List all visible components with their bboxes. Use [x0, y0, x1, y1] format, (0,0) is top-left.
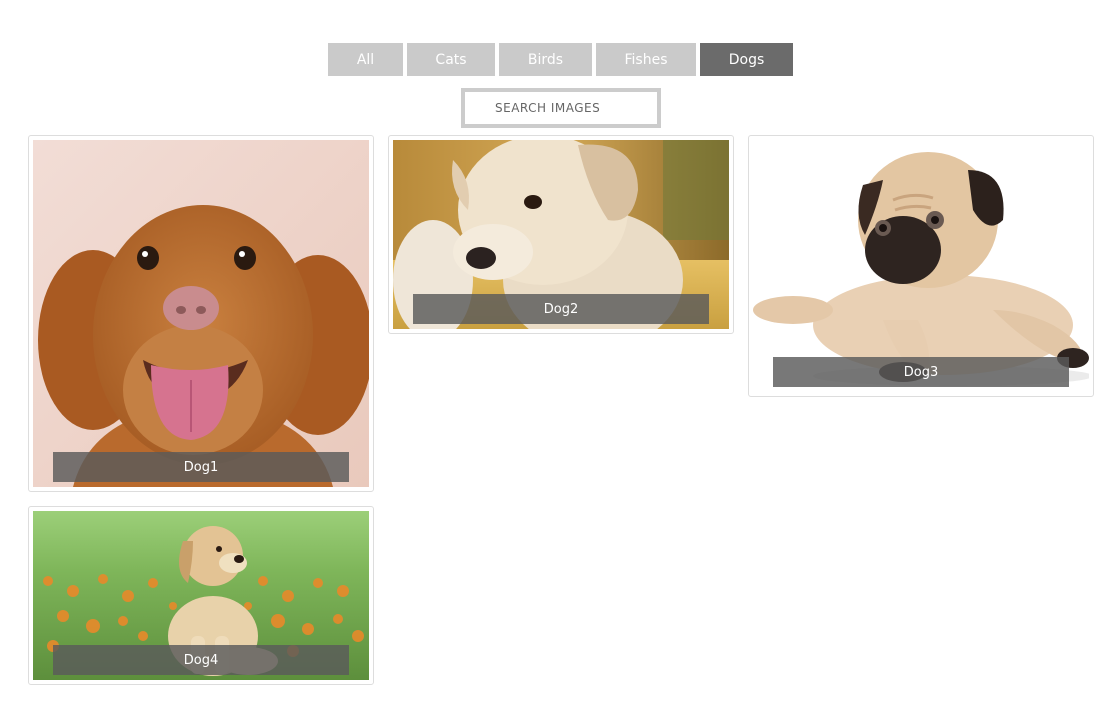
dog1-caption: Dog1: [53, 452, 349, 482]
dog2-caption: Dog2: [413, 294, 709, 324]
dog3-caption: Dog3: [773, 357, 1069, 387]
gallery-page: All Cats Birds Fishes Dogs SEARCH IMAGES…: [0, 0, 1118, 718]
category-filter-bar: All Cats Birds Fishes Dogs: [328, 43, 793, 76]
search-box: [461, 88, 661, 128]
filter-birds-button[interactable]: Birds: [499, 43, 592, 76]
filter-all-button[interactable]: All: [328, 43, 403, 76]
filter-dogs-button[interactable]: Dogs: [700, 43, 793, 76]
gallery-card-dog2[interactable]: Dog2: [388, 135, 734, 334]
dog2-image: Dog2: [393, 140, 729, 329]
dog3-image: Dog3: [753, 140, 1089, 392]
dog4-caption: Dog4: [53, 645, 349, 675]
dog4-image: Dog4: [33, 511, 369, 680]
dog1-photo: [33, 140, 369, 487]
dog1-image: Dog1: [33, 140, 369, 487]
search-input[interactable]: [465, 92, 657, 124]
gallery-card-dog1[interactable]: Dog1: [28, 135, 374, 492]
gallery-card-dog4[interactable]: Dog4: [28, 506, 374, 685]
dog3-photo: [753, 140, 1089, 392]
filter-cats-button[interactable]: Cats: [407, 43, 495, 76]
filter-fishes-button[interactable]: Fishes: [596, 43, 696, 76]
gallery-card-dog3[interactable]: Dog3: [748, 135, 1094, 397]
